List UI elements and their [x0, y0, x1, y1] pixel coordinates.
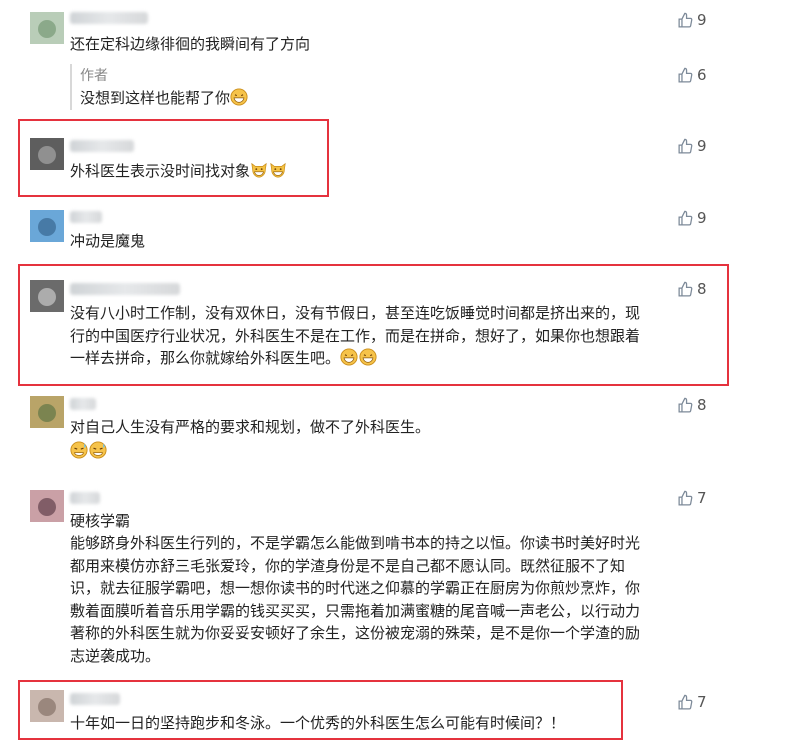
comment-line: 志逆袭成功。: [70, 646, 161, 665]
thumbs-up-icon: [678, 490, 693, 506]
comment-line: 对自己人生没有严格的要求和规划，做不了外科医生。: [70, 418, 431, 436]
like-button[interactable]: 8: [677, 279, 707, 299]
comment-text: 还在定科边缘徘徊的我瞬间有了方向: [70, 35, 311, 53]
thumbs-up-icon: [678, 281, 693, 297]
like-button[interactable]: 7: [677, 488, 707, 508]
thumbs-up-icon: [678, 12, 693, 28]
blurred-username: [70, 140, 134, 152]
comment-text: 能够跻身外科医生行列的，不是学霸怎么能做到啃书本的持之以恒。你读书时美好时光 都…: [70, 532, 640, 667]
like-button[interactable]: 9: [677, 10, 707, 30]
like-count: 9: [697, 209, 707, 227]
highlight-box: [18, 119, 329, 197]
like-count: 9: [697, 11, 707, 29]
grin-emoji: [340, 348, 358, 366]
like-count: 8: [697, 396, 707, 414]
comment-text: 没有八小时工作制，没有双休日，没有节假日，甚至连吃饭睡觉时间都是挤出来的，现 行…: [70, 302, 640, 370]
like-button[interactable]: 9: [677, 136, 707, 156]
comment-line: 识，就去征服学霸吧，想一想你读书的时代迷之仰慕的学霸正在厨房为你煎炒烹炸，你: [70, 579, 641, 597]
like-count: 7: [697, 693, 707, 711]
avatar[interactable]: [30, 12, 64, 44]
cat-emoji: [251, 162, 267, 178]
author-label: 作者: [80, 68, 108, 84]
avatar[interactable]: [30, 690, 64, 722]
thumbs-up-icon: [678, 210, 693, 226]
avatar[interactable]: [30, 280, 64, 312]
sweat-emoji: [70, 440, 88, 459]
comment-line: 一样去拼命，那么你就嫁给外科医生吧。: [70, 349, 341, 367]
blurred-username: [70, 283, 180, 295]
cat-emoji: [270, 162, 286, 178]
blurred-username: [70, 693, 120, 705]
like-count: 7: [697, 489, 707, 507]
blurred-username: [70, 211, 102, 223]
avatar[interactable]: [30, 396, 64, 428]
sweat-emoji: [89, 440, 107, 459]
reply-text: 没想到这样也能帮了你: [80, 87, 249, 110]
thumbs-up-icon: [678, 694, 693, 710]
nickname[interactable]: 硬核学霸: [70, 510, 130, 531]
comment-text: 外科医生表示没时间找对象: [70, 160, 288, 183]
like-button[interactable]: 6: [677, 65, 707, 85]
comment-text: 十年如一日的坚持跑步和冬泳。一个优秀的外科医生怎么可能有时候间？！: [70, 714, 566, 732]
avatar[interactable]: [30, 490, 64, 522]
like-count: 9: [697, 137, 707, 155]
thumbs-up-icon: [678, 138, 693, 154]
grin-emoji: [359, 348, 377, 366]
thumbs-up-icon: [678, 397, 693, 413]
comment-line: 行的中国医疗行业状况，外科医生不是在工作，而是在拼命，想好了，如果你也想跟着: [70, 326, 641, 345]
reply-text-content: 没想到这样也能帮了你: [80, 89, 231, 107]
blurred-username: [70, 12, 148, 24]
avatar[interactable]: [30, 210, 64, 242]
comment-line: 敷着面膜听着音乐用学霸的钱买买买，只需拖着加满蜜糖的尾音喊一声老公，以行动力: [70, 601, 641, 620]
comment-line: 都用来模仿亦舒三毛张爱玲，你的学渣身份是不是自己都不愿认同。既然征服不了知: [70, 556, 626, 575]
avatar[interactable]: [30, 138, 64, 170]
comment-line: 能够跻身外科医生行列的，不是学霸怎么能做到啃书本的持之以恒。你读书时美好时光: [70, 534, 641, 552]
like-count: 8: [697, 280, 707, 298]
comment-line: 没有八小时工作制，没有双休日，没有节假日，甚至连吃饭睡觉时间都是挤出来的，现: [70, 304, 641, 322]
blurred-username: [70, 492, 100, 504]
grin-emoji: [230, 88, 248, 106]
comment-line: 著称的外科医生就为你妥妥安顿好了余生，这份被宠溺的殊荣，是不是你一个学渣的励: [70, 624, 641, 642]
comment-text: 对自己人生没有严格的要求和规划，做不了外科医生。: [70, 416, 430, 462]
reply-divider: [70, 64, 72, 110]
blurred-username: [70, 398, 96, 410]
like-button[interactable]: 8: [677, 395, 707, 415]
like-button[interactable]: 9: [677, 208, 707, 228]
thumbs-up-icon: [678, 67, 693, 83]
comment-text: 冲动是魔鬼: [70, 232, 146, 250]
like-count: 6: [697, 66, 707, 84]
comment-text-content: 外科医生表示没时间找对象: [70, 162, 251, 180]
like-button[interactable]: 7: [677, 692, 707, 712]
